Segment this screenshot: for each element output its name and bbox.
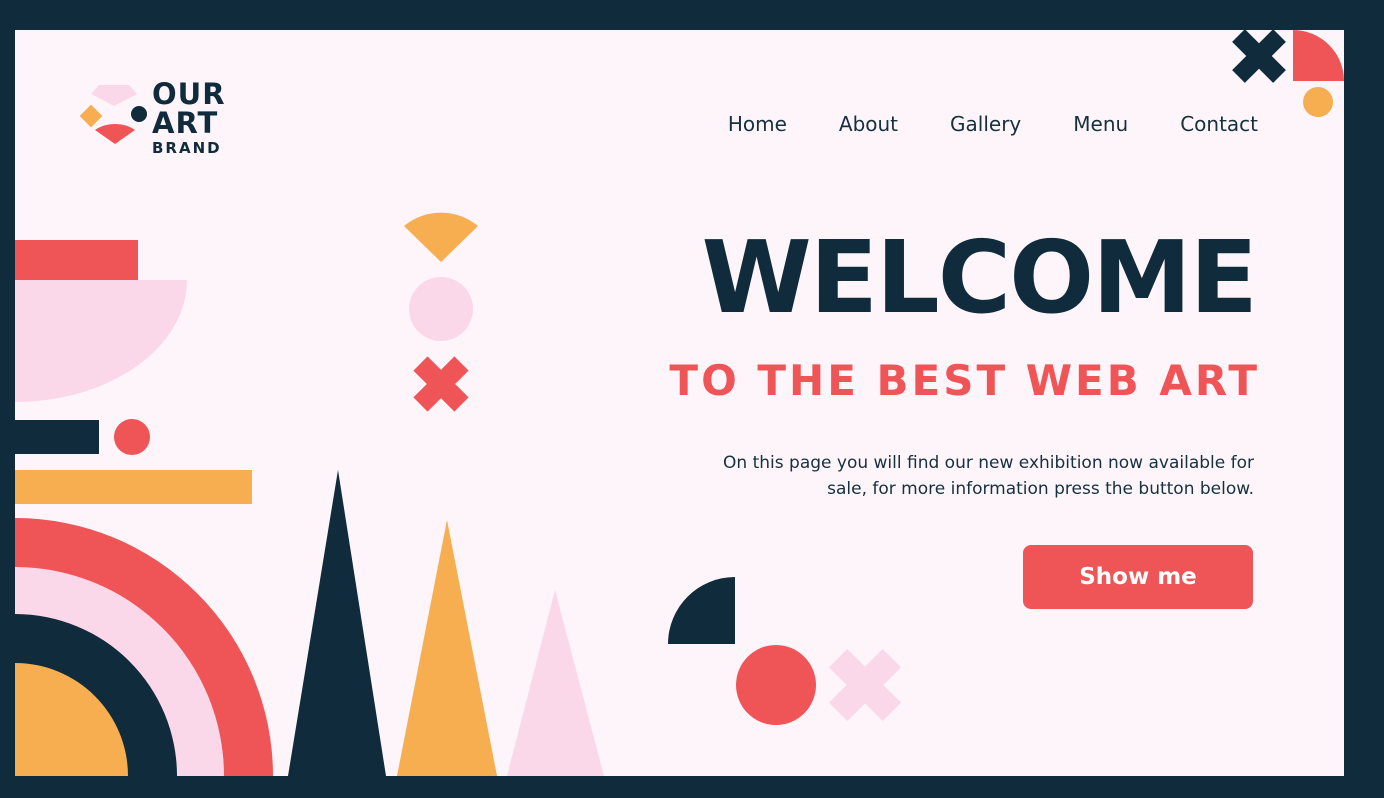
- navy-x-corner-shape: [1232, 30, 1286, 83]
- screen-frame: OUR ART BRAND Home About Gallery Menu Co…: [0, 0, 1384, 798]
- coral-big-circle-shape: [736, 645, 816, 725]
- orange-wedge-shape: [404, 212, 478, 262]
- orange-triangle-shape: [397, 520, 497, 776]
- pink-half-bowl-shape: [15, 280, 187, 402]
- brand-line-2: ART: [152, 106, 219, 140]
- coral-bar-shape: [15, 240, 138, 280]
- nav-item-menu[interactable]: Menu: [1073, 112, 1128, 136]
- navy-bar-shape: [15, 420, 99, 454]
- hero-subtitle: TO THE BEST WEB ART: [669, 356, 1260, 405]
- coral-dot-shape: [114, 419, 150, 455]
- show-me-button[interactable]: Show me: [1023, 545, 1253, 609]
- hero-description: On this page you will find our new exhib…: [723, 453, 1254, 499]
- hero-title: WELCOME: [701, 219, 1258, 336]
- pink-x-shape: [828, 648, 902, 722]
- brand-logo[interactable]: OUR ART BRAND: [77, 80, 247, 160]
- navy-quarter-circle-shape: [668, 577, 735, 644]
- coral-quarter-corner-shape: [1293, 30, 1344, 81]
- brand-line-1: OUR: [152, 77, 226, 111]
- landing-page: OUR ART BRAND Home About Gallery Menu Co…: [15, 30, 1344, 776]
- navy-triangle-shape: [288, 470, 386, 776]
- nav-item-contact[interactable]: Contact: [1180, 112, 1258, 136]
- brand-line-3: BRAND: [152, 139, 222, 157]
- coral-x-shape: [413, 356, 469, 412]
- orange-corner-dot-shape: [1303, 87, 1333, 117]
- nav-item-home[interactable]: Home: [728, 112, 787, 136]
- pink-triangle-shape: [507, 590, 604, 776]
- brand-logo-icon: [79, 85, 147, 144]
- nav-item-gallery[interactable]: Gallery: [950, 112, 1021, 136]
- orange-bar-shape: [15, 470, 252, 504]
- brand-logo-text: OUR ART BRAND: [152, 80, 226, 156]
- pink-circle-shape: [409, 277, 473, 341]
- main-nav: Home About Gallery Menu Contact: [728, 112, 1258, 136]
- nav-item-about[interactable]: About: [839, 112, 898, 136]
